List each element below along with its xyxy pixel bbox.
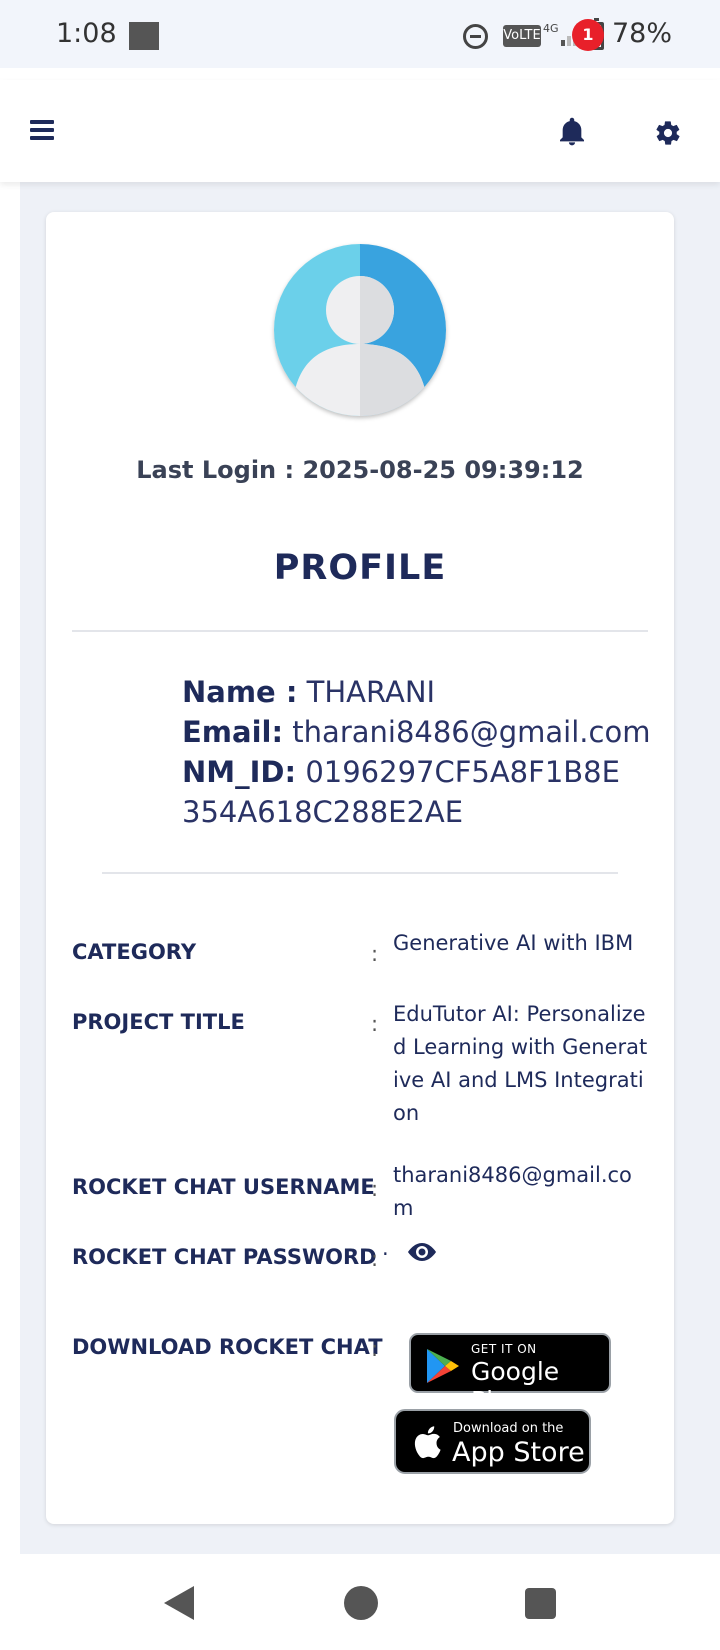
apple-icon [414, 1426, 441, 1459]
project-title-value: EduTutor AI: Personalized Learning with … [393, 1002, 648, 1125]
category-label: CATEGORY [72, 940, 197, 964]
name-value: THARANI [306, 675, 436, 709]
project-title-colon: : [371, 1012, 379, 1036]
google-play-small-text: GET IT ON [471, 1342, 537, 1356]
home-icon[interactable] [344, 1586, 378, 1620]
download-rocket-chat-colon: : [371, 1337, 379, 1361]
network-type: 4G [543, 22, 559, 35]
battery-percent: 78% [612, 18, 673, 49]
hamburger-menu-icon[interactable] [30, 120, 54, 140]
status-time: 1:08 [56, 18, 117, 49]
rocket-chat-username-label: ROCKET CHAT USERNAME [72, 1175, 375, 1199]
app-store-button[interactable]: Download on the App Store [394, 1409, 591, 1474]
back-icon[interactable] [164, 1586, 194, 1620]
email-label: Email: [182, 715, 284, 749]
app-store-small-text: Download on the [453, 1421, 564, 1436]
notification-badge[interactable]: 1 [572, 19, 604, 51]
rocket-chat-password-value: · [382, 1242, 389, 1266]
avatar [274, 244, 446, 416]
screen-record-icon [129, 22, 159, 50]
app-header [0, 80, 720, 182]
profile-name: Name : THARANI [182, 672, 435, 712]
app-store-text: App Store [452, 1437, 585, 1468]
download-rocket-chat-label: DOWNLOAD ROCKET CHAT [72, 1335, 383, 1359]
rocket-chat-username-colon: : [371, 1177, 379, 1201]
do-not-disturb-icon [463, 24, 488, 49]
project-title-label: PROJECT TITLE [72, 1010, 245, 1034]
recent-apps-icon[interactable] [525, 1588, 556, 1619]
rocket-chat-username-value: tharani8486@gmail.com [393, 1163, 632, 1220]
profile-nm-id: NM_ID: 0196297CF5A8F1B8E354A618C288E2AE [182, 752, 622, 832]
email-value: tharani8486@gmail.com [292, 715, 651, 749]
divider [72, 630, 648, 632]
status-bar: 1:08 VoLTE 4G 78% [0, 0, 720, 68]
eye-icon[interactable] [407, 1241, 437, 1263]
google-play-button[interactable]: GET IT ON Google Play [409, 1333, 611, 1415]
page-title: PROFILE [273, 548, 447, 588]
name-label: Name : [182, 675, 298, 709]
google-play-text: Google Play [471, 1357, 560, 1415]
bell-icon[interactable] [556, 116, 588, 148]
category-colon: : [371, 942, 379, 966]
gear-icon[interactable] [654, 119, 682, 147]
last-login: Last Login : 2025-08-25 09:39:12 [136, 456, 584, 484]
volte-indicator: VoLTE [503, 25, 541, 47]
profile-email: Email: tharani8486@gmail.com [182, 712, 650, 752]
nm-id-label: NM_ID: [182, 755, 297, 789]
google-play-icon [427, 1349, 459, 1383]
rocket-chat-password-colon: : [371, 1247, 379, 1271]
divider [102, 872, 618, 874]
rocket-chat-password-label: ROCKET CHAT PASSWORD [72, 1245, 377, 1269]
category-value: Generative AI with IBM [393, 931, 634, 955]
